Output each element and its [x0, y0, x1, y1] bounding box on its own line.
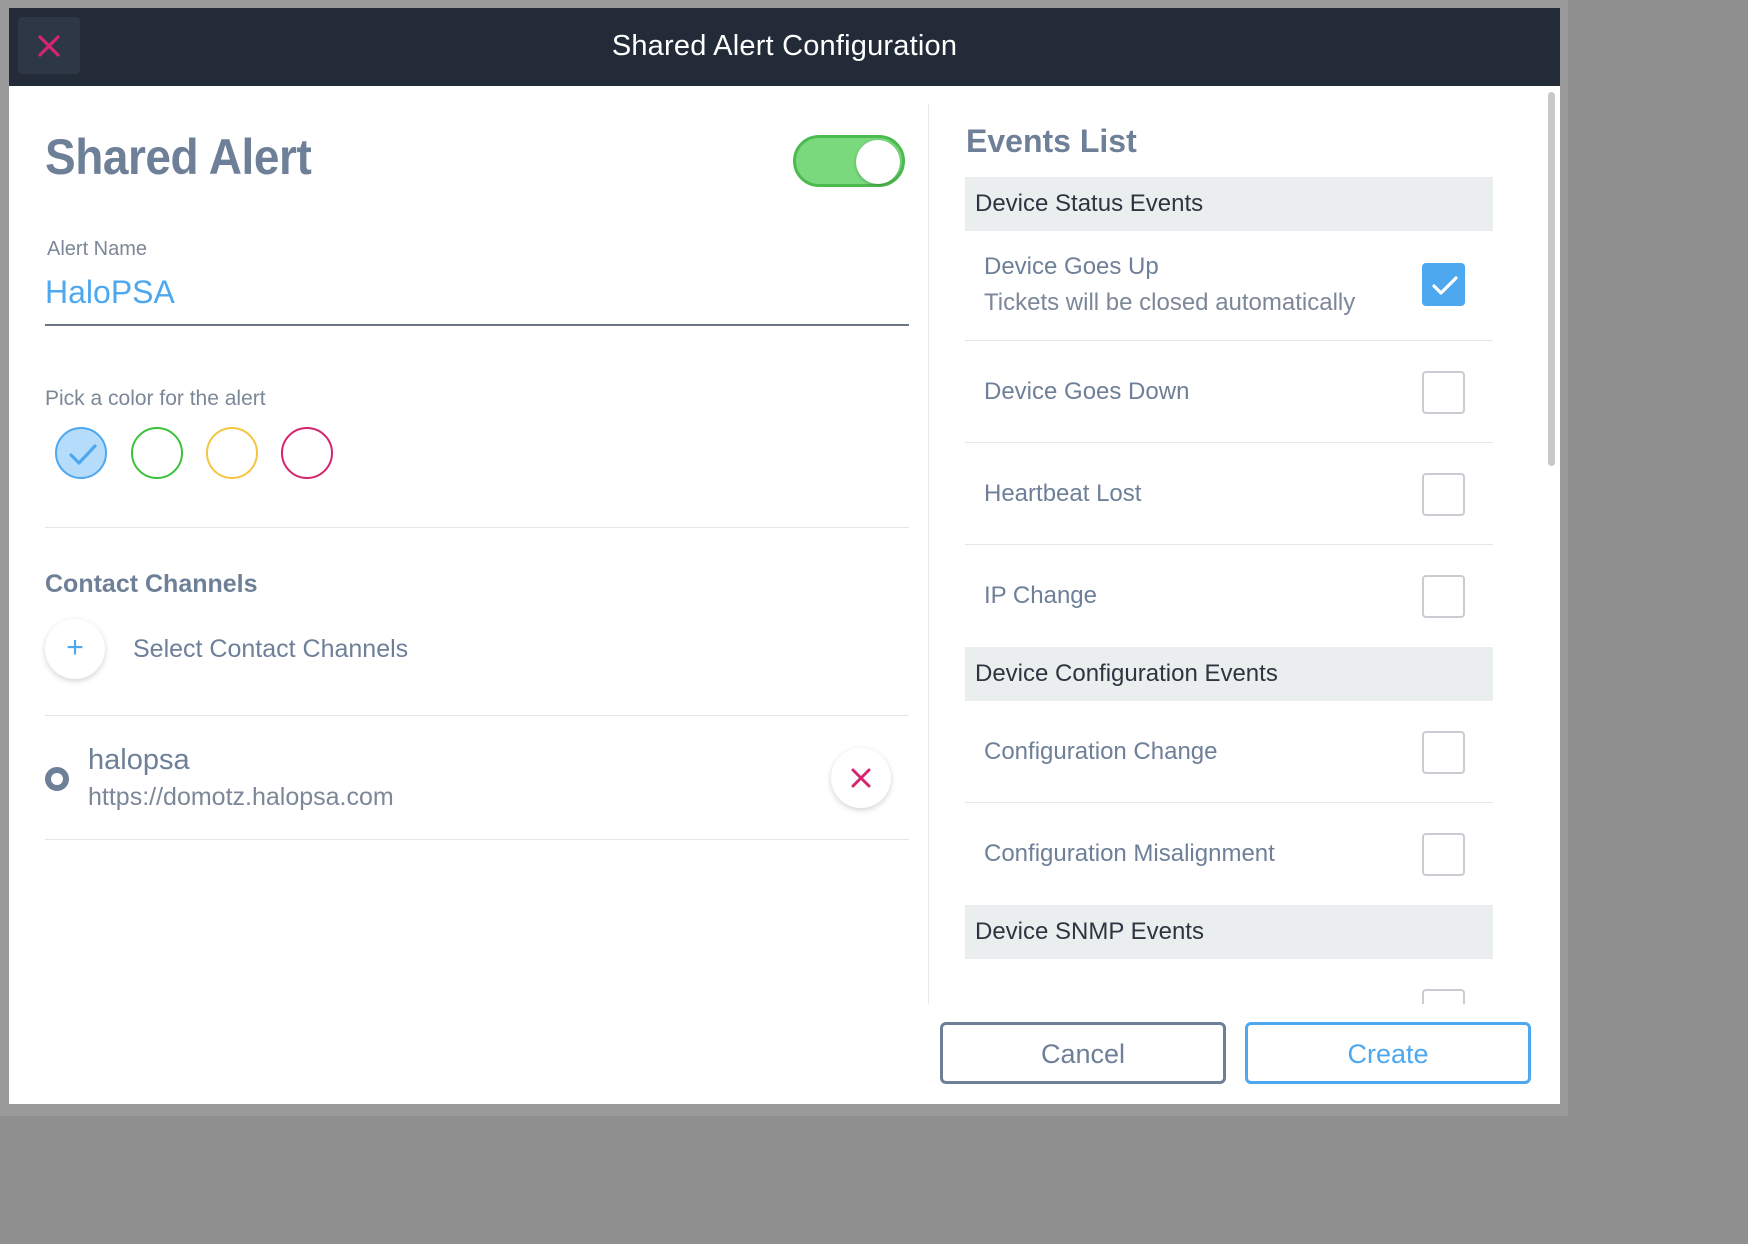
- event-row-heartbeat-lost: Heartbeat Lost: [965, 443, 1493, 545]
- event-checkbox-configuration-change[interactable]: [1422, 731, 1465, 774]
- event-label: Device Goes Down: [984, 378, 1190, 405]
- event-label: Configuration Change: [984, 738, 1218, 765]
- plus-icon: +: [66, 631, 84, 664]
- shared-alert-heading: Shared Alert: [45, 129, 312, 185]
- modal-title: Shared Alert Configuration: [611, 30, 958, 62]
- event-row-device-goes-up: Device Goes Up Tickets will be closed au…: [965, 231, 1493, 341]
- event-label: Device Goes Up: [984, 253, 1159, 280]
- color-swatch-blue[interactable]: [55, 427, 107, 479]
- color-picker-label: Pick a color for the alert: [45, 387, 266, 410]
- channel-status-icon: [45, 767, 69, 791]
- alert-settings-panel: Shared Alert Alert Name HaloPSA Pick a c…: [45, 86, 909, 1104]
- event-checkbox-device-goes-up[interactable]: [1422, 263, 1465, 306]
- event-row-ip-change: IP Change: [965, 545, 1493, 647]
- divider: [45, 839, 909, 840]
- add-contact-channel-button[interactable]: +: [45, 619, 105, 679]
- event-group-header: Device SNMP Events: [965, 905, 1493, 959]
- alert-name-input[interactable]: HaloPSA: [45, 274, 175, 311]
- event-row-device-goes-down: Device Goes Down: [965, 341, 1493, 443]
- event-checkbox-configuration-misalignment[interactable]: [1422, 833, 1465, 876]
- shared-alert-toggle[interactable]: [793, 135, 905, 187]
- color-swatch-green[interactable]: [131, 427, 183, 479]
- events-list-panel: Events List Device Status Events Device …: [965, 86, 1493, 1004]
- cancel-button[interactable]: Cancel: [940, 1022, 1226, 1084]
- event-checkbox-ip-change[interactable]: [1422, 575, 1465, 618]
- close-icon: [851, 768, 871, 788]
- alert-name-label: Alert Name: [47, 238, 148, 260]
- event-row-configuration-change: Configuration Change: [965, 701, 1493, 803]
- events-scrollbar[interactable]: [1548, 92, 1555, 466]
- event-label: IP Change: [984, 582, 1097, 609]
- check-icon: [69, 444, 97, 465]
- events-list: Device Status Events Device Goes Up Tick…: [965, 177, 1493, 1004]
- color-swatch-red[interactable]: [281, 427, 333, 479]
- modal-titlebar: Shared Alert Configuration: [9, 8, 1560, 86]
- toggle-knob: [856, 140, 900, 184]
- channel-name: halopsa: [88, 744, 190, 776]
- shared-alert-modal: Shared Alert Configuration Shared Alert …: [9, 8, 1560, 1104]
- event-row-configuration-misalignment: Configuration Misalignment: [965, 803, 1493, 905]
- event-row-partial: [965, 959, 1493, 1004]
- alert-name-underline: [45, 324, 909, 326]
- event-checkbox-device-goes-down[interactable]: [1422, 371, 1465, 414]
- channel-url: https://domotz.halopsa.com: [88, 783, 394, 811]
- divider: [45, 715, 909, 716]
- create-button[interactable]: Create: [1245, 1022, 1531, 1084]
- event-group-header: Device Status Events: [965, 177, 1493, 231]
- divider: [45, 527, 909, 528]
- event-checkbox-partial[interactable]: [1422, 989, 1465, 1004]
- remove-channel-button[interactable]: [831, 748, 891, 808]
- check-icon: [1432, 276, 1458, 295]
- event-group-header: Device Configuration Events: [965, 647, 1493, 701]
- events-list-heading: Events List: [966, 123, 1137, 159]
- event-label: Heartbeat Lost: [984, 480, 1142, 507]
- event-note: Tickets will be closed automatically: [984, 289, 1356, 316]
- event-checkbox-heartbeat-lost[interactable]: [1422, 473, 1465, 516]
- select-contact-channels-link[interactable]: Select Contact Channels: [133, 635, 408, 664]
- column-separator: [928, 104, 929, 1004]
- color-swatch-yellow[interactable]: [206, 427, 258, 479]
- contact-channels-heading: Contact Channels: [45, 570, 258, 598]
- event-label: Configuration Misalignment: [984, 840, 1275, 867]
